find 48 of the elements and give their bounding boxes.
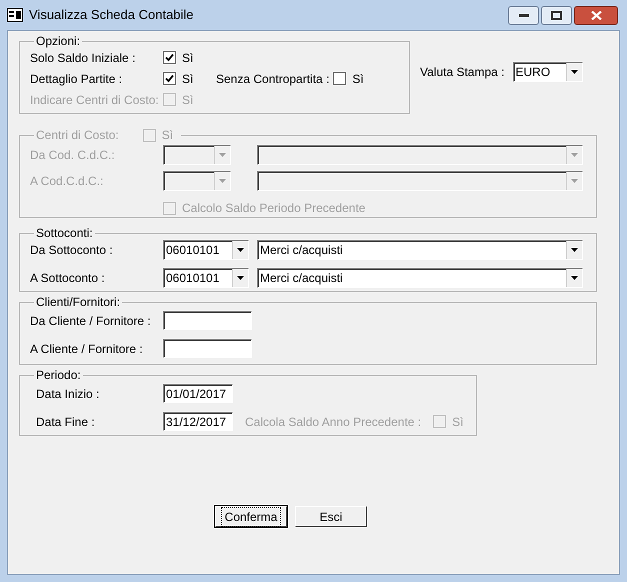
field-label: A Cod.C.d.C.: bbox=[30, 173, 104, 190]
minimize-button[interactable] bbox=[508, 6, 539, 24]
input-field[interactable] bbox=[163, 339, 252, 358]
checkbox[interactable] bbox=[163, 72, 176, 85]
checkbox-label: Sì bbox=[162, 127, 174, 144]
dropdown-field[interactable]: EURO bbox=[512, 62, 582, 82]
field-label: Data Fine : bbox=[35, 414, 96, 430]
field-label: Indicare Centri di Costo: bbox=[30, 92, 160, 108]
dropdown-field[interactable]: 06010101 bbox=[163, 268, 249, 288]
field-label: Senza Contropartita : bbox=[216, 70, 330, 88]
field-label: A Cliente / Fornitore : bbox=[30, 340, 144, 358]
field-label: Da Cod. C.d.C.: bbox=[30, 147, 116, 164]
close-button[interactable] bbox=[574, 6, 618, 24]
dialog-button[interactable]: Conferma bbox=[215, 506, 287, 527]
close-icon bbox=[590, 10, 602, 20]
checkbox-label: Sì bbox=[452, 414, 464, 430]
dropdown-field[interactable]: 06010101 bbox=[163, 240, 249, 260]
input-field[interactable]: 01/01/2017 bbox=[163, 384, 233, 403]
group-title: Clienti/Fornitori: bbox=[36, 294, 120, 311]
field-label: Valuta Stampa : bbox=[420, 64, 504, 81]
field-label: Data Inizio : bbox=[35, 386, 100, 402]
input-field[interactable]: 31/12/2017 bbox=[163, 412, 233, 431]
dropdown-field[interactable]: Merci c/acquisti bbox=[257, 268, 583, 288]
field-label: Calcola Saldo Anno Precedente : bbox=[245, 414, 422, 430]
field-label: Da Sottoconto : bbox=[30, 242, 114, 259]
checkbox-label: Sì bbox=[352, 70, 364, 88]
dialog-button[interactable]: Esci bbox=[295, 506, 367, 527]
checkbox[interactable] bbox=[333, 72, 346, 85]
group-title: Opzioni: bbox=[36, 33, 80, 50]
checkbox-label: Calcolo Saldo Periodo Precedente bbox=[182, 200, 366, 217]
checkbox-label: Sì bbox=[182, 70, 194, 88]
checkbox-label: Sì bbox=[182, 50, 194, 66]
field-label: Da Cliente / Fornitore : bbox=[30, 312, 152, 330]
input-field[interactable] bbox=[163, 311, 252, 330]
group-title: Sottoconti: bbox=[36, 225, 93, 242]
window-title: Visualizza Scheda Contabile bbox=[29, 6, 194, 24]
restore-icon bbox=[551, 10, 562, 20]
window-icon bbox=[7, 8, 23, 22]
field-label: Dettaglio Partite : bbox=[30, 70, 124, 88]
group-title: Periodo: bbox=[36, 367, 81, 384]
checkbox[interactable] bbox=[163, 51, 176, 64]
dropdown-field[interactable]: Merci c/acquisti bbox=[257, 240, 583, 260]
field-label: Solo Saldo Iniziale : bbox=[30, 50, 136, 66]
group-title: Centri di Costo: bbox=[36, 127, 119, 144]
checkbox-label: Sì bbox=[182, 92, 194, 108]
field-label: A Sottoconto : bbox=[30, 270, 106, 287]
maximize-button[interactable] bbox=[541, 6, 572, 24]
minimize-icon bbox=[518, 14, 528, 16]
